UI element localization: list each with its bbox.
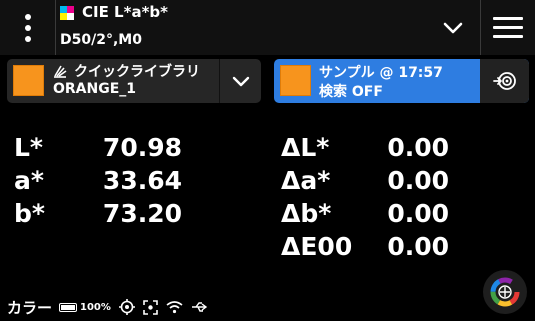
delta-a-value: 0.00 xyxy=(387,166,449,195)
mode-label: カラー xyxy=(7,298,53,317)
library-label: クイックライブラリ xyxy=(74,64,200,80)
delta-b-value: 0.00 xyxy=(387,199,449,228)
top-bar: CIE L*a*b* D50/2°,M0 xyxy=(0,0,535,55)
wifi-icon xyxy=(166,300,183,314)
usb-icon xyxy=(191,301,209,313)
divider xyxy=(55,0,56,55)
a-star-label: a* xyxy=(14,166,44,195)
sample-color-swatch xyxy=(280,65,311,96)
chevron-down-icon[interactable] xyxy=(220,59,261,103)
battery-level: 100% xyxy=(80,301,111,313)
l-star-label: L* xyxy=(14,133,44,162)
illuminant-label: D50/2°,M0 xyxy=(60,32,142,48)
scan-icon xyxy=(143,299,158,315)
color-wheel-button[interactable] xyxy=(483,270,527,314)
kebab-menu-icon[interactable] xyxy=(0,0,55,55)
target-arrow-icon xyxy=(492,72,516,90)
library-color-swatch xyxy=(13,65,44,96)
a-star-value: 33.64 xyxy=(102,166,182,195)
delta-b-label: Δb* xyxy=(281,199,332,228)
delta-l-label: ΔL* xyxy=(281,133,330,162)
hamburger-menu-icon[interactable] xyxy=(481,0,535,55)
sample-panel[interactable]: サンプル @ 17:57 検索 OFF xyxy=(274,59,529,103)
l-star-value: 70.98 xyxy=(102,133,182,162)
delta-e00-value: 0.00 xyxy=(387,232,449,261)
delta-a-label: Δa* xyxy=(281,166,331,195)
status-bar: カラー 100% xyxy=(7,296,217,318)
cmyk-icon xyxy=(60,6,74,20)
delta-l-value: 0.00 xyxy=(387,133,449,162)
search-status: 検索 OFF xyxy=(319,84,383,100)
sample-label: サンプル @ 17:57 xyxy=(319,65,443,81)
chevron-down-icon[interactable] xyxy=(427,0,479,55)
delta-e00-label: ΔE00 xyxy=(281,232,353,261)
library-icon xyxy=(52,63,68,79)
battery-icon xyxy=(59,302,78,312)
b-star-value: 73.20 xyxy=(102,199,182,228)
target-icon xyxy=(118,299,135,315)
b-star-label: b* xyxy=(14,199,45,228)
library-panel[interactable]: クイックライブラリ ORANGE_1 xyxy=(7,59,261,103)
color-space-title: CIE L*a*b* xyxy=(82,3,169,21)
measure-target-button[interactable] xyxy=(480,59,529,103)
color-wheel-icon xyxy=(490,277,520,307)
library-color-name: ORANGE_1 xyxy=(53,81,137,97)
